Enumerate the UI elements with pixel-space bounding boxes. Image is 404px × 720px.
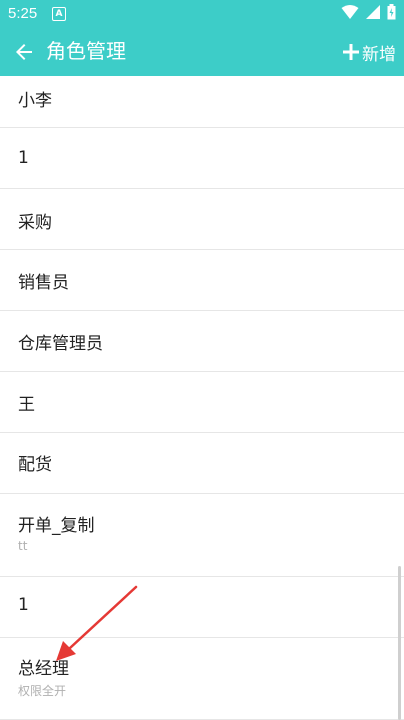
list-scrollbar[interactable]: [398, 566, 401, 720]
back-arrow-icon[interactable]: [12, 40, 36, 64]
status-bar: 5:25 A: [0, 0, 404, 28]
role-name: 1: [18, 148, 29, 168]
status-icons: [341, 4, 396, 20]
role-name: 开单_复制: [18, 516, 95, 536]
role-name: 配货: [18, 455, 52, 475]
status-time: 5:25: [8, 5, 38, 22]
add-role-label: 新增: [362, 44, 396, 65]
battery-icon: [387, 4, 396, 20]
list-item[interactable]: 小李: [0, 76, 404, 128]
role-name: 仓库管理员: [18, 334, 103, 354]
role-name: 1: [18, 595, 29, 615]
role-name: 采购: [18, 213, 52, 233]
list-item[interactable]: 销售员: [0, 250, 404, 311]
role-name: 总经理: [18, 659, 69, 679]
wifi-icon: [341, 5, 359, 19]
app-bar: 角色管理 新增: [0, 28, 404, 76]
add-role-button[interactable]: 新增: [342, 38, 396, 66]
role-list[interactable]: 小李 1 采购 销售员 仓库管理员 王 配货 开单_复制 tt 1 总经理 权限…: [0, 76, 404, 720]
signal-icon: [366, 5, 380, 19]
list-item[interactable]: 采购: [0, 189, 404, 250]
list-item[interactable]: 开单_复制 tt: [0, 494, 404, 577]
list-item[interactable]: 仓库管理员: [0, 311, 404, 372]
list-item[interactable]: 王: [0, 372, 404, 433]
list-item[interactable]: 配货: [0, 433, 404, 494]
list-item[interactable]: 总经理 权限全开: [0, 638, 404, 720]
role-description: tt: [18, 539, 28, 553]
role-name: 销售员: [18, 273, 69, 293]
list-item[interactable]: 1: [0, 128, 404, 189]
role-name: 王: [18, 395, 35, 415]
list-item[interactable]: 1: [0, 577, 404, 638]
plus-icon: [343, 44, 359, 60]
role-name: 小李: [18, 91, 52, 111]
role-description: 权限全开: [18, 684, 67, 698]
page-title: 角色管理: [46, 39, 126, 63]
notification-icon: A: [52, 7, 66, 21]
